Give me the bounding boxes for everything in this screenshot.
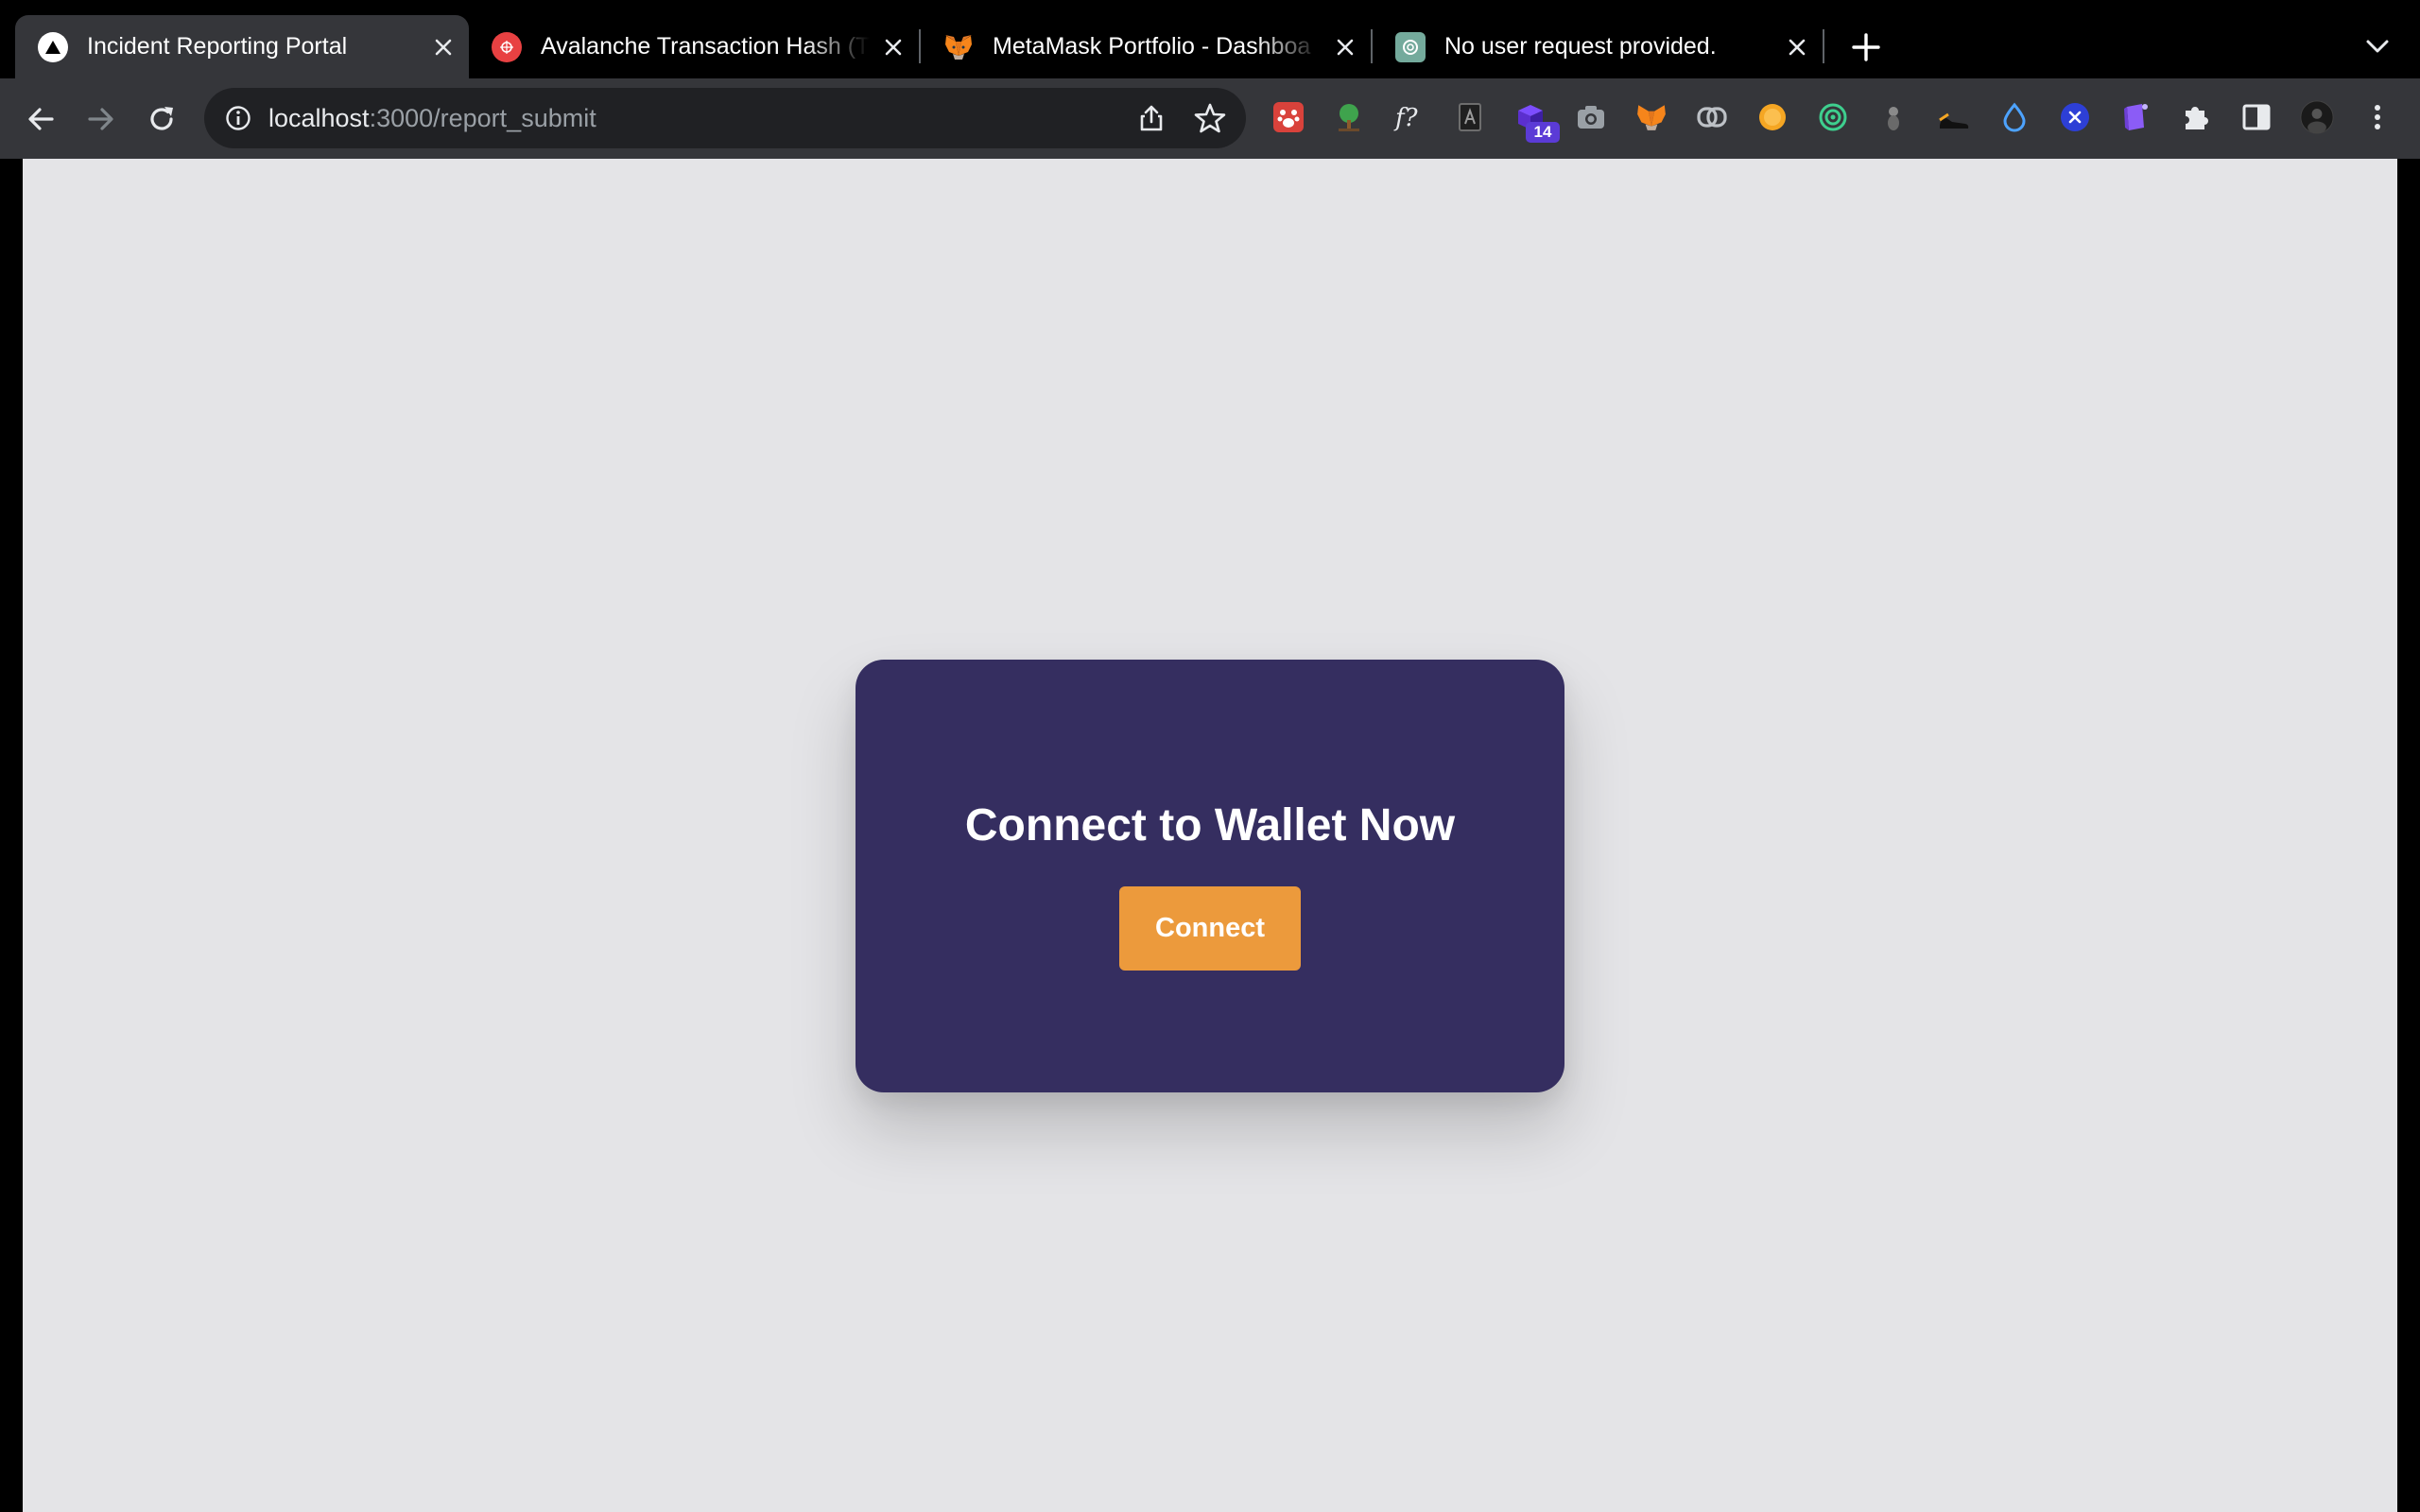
- extension-badge: 14: [1526, 122, 1560, 143]
- card-heading: Connect to Wallet Now: [964, 800, 1456, 850]
- tab-title: Incident Reporting Portal: [87, 33, 348, 60]
- url-host: localhost: [268, 104, 370, 132]
- reload-icon[interactable]: [142, 99, 182, 139]
- extension-metamask-icon[interactable]: [1634, 100, 1668, 134]
- close-icon[interactable]: [879, 33, 908, 61]
- tab-title: Avalanche Transaction Hash (T: [541, 33, 870, 60]
- extension-tree-icon[interactable]: [1332, 100, 1366, 134]
- new-tab-icon[interactable]: [1849, 30, 1883, 64]
- avatar[interactable]: [2300, 100, 2334, 134]
- tab-strip: Incident Reporting Portal Avalanche Tran…: [0, 0, 2420, 78]
- connect-wallet-card: Connect to Wallet Now Connect: [856, 660, 1564, 1092]
- side-panel-icon[interactable]: [2239, 100, 2273, 134]
- tab-no-user-request[interactable]: No user request provided.: [1373, 15, 1823, 78]
- address-bar[interactable]: localhost:3000/report_submit: [204, 88, 1246, 148]
- metamask-fox-icon: [943, 32, 974, 62]
- extension-purple-book-icon[interactable]: [2118, 100, 2152, 134]
- tab-metamask-portfolio[interactable]: MetaMask Portfolio - Dashboa: [921, 15, 1371, 78]
- extension-document-icon[interactable]: [1453, 100, 1487, 134]
- back-icon[interactable]: [21, 99, 60, 139]
- extension-camera-icon[interactable]: [1574, 100, 1608, 134]
- close-icon[interactable]: [429, 33, 458, 61]
- page-viewport: Connect to Wallet Now Connect: [23, 159, 2397, 1512]
- connect-button[interactable]: Connect: [1119, 886, 1301, 971]
- extension-function-icon[interactable]: f?: [1392, 100, 1426, 134]
- kebab-menu-icon[interactable]: [2360, 100, 2394, 134]
- bookmark-star-icon[interactable]: [1193, 101, 1227, 135]
- tab-title: No user request provided.: [1444, 33, 1717, 60]
- svg-text:f?: f?: [1393, 104, 1419, 132]
- extension-paw-icon[interactable]: [1271, 100, 1305, 134]
- avalanche-icon: [492, 31, 522, 62]
- tab-title: MetaMask Portfolio - Dashboa: [993, 33, 1311, 60]
- extension-droplet-icon[interactable]: [1997, 100, 2031, 134]
- tab-avalanche-transaction-hash[interactable]: Avalanche Transaction Hash (T: [469, 15, 919, 78]
- extension-orange-coin-icon[interactable]: [1755, 100, 1789, 134]
- share-icon[interactable]: [1136, 103, 1167, 133]
- extension-x-circle-icon[interactable]: [2058, 100, 2092, 134]
- triangle-icon: [38, 31, 68, 62]
- close-icon[interactable]: [1331, 33, 1359, 61]
- browser-toolbar: localhost:3000/report_submit: [0, 78, 2420, 159]
- info-icon[interactable]: [223, 103, 253, 133]
- extension-target-icon[interactable]: [1816, 100, 1850, 134]
- extension-gray-figure-icon[interactable]: [1876, 100, 1910, 134]
- extension-sneaker-icon[interactable]: [1937, 100, 1971, 134]
- tab-incident-reporting-portal[interactable]: Incident Reporting Portal: [15, 15, 469, 78]
- tab-separator: [1823, 29, 1824, 63]
- address-url[interactable]: localhost:3000/report_submit: [268, 104, 596, 133]
- extension-link-icon[interactable]: [1695, 100, 1729, 134]
- openai-icon: [1395, 31, 1426, 62]
- url-path: :3000/report_submit: [369, 104, 596, 132]
- close-icon[interactable]: [1783, 33, 1811, 61]
- forward-icon[interactable]: [81, 99, 121, 139]
- puzzle-icon[interactable]: [2179, 100, 2213, 134]
- chevron-down-icon[interactable]: [2361, 32, 2394, 60]
